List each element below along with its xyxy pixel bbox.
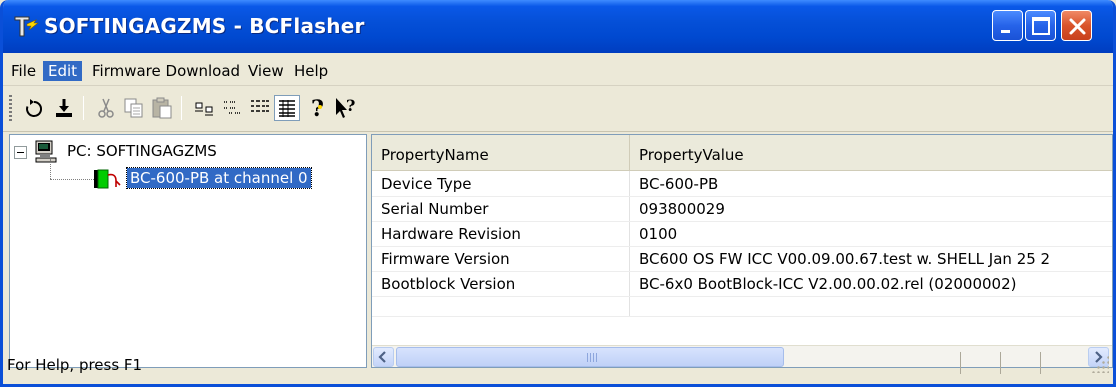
- toolbar-separator: [83, 96, 84, 120]
- minimize-button[interactable]: [992, 10, 1023, 41]
- menu-firmware-download[interactable]: Firmware Download: [87, 61, 245, 81]
- svg-text:?: ?: [311, 96, 324, 121]
- table-row[interactable]: Firmware Version BC600 OS FW ICC V00.09.…: [372, 247, 1112, 271]
- toolbar-separator: [181, 96, 182, 120]
- tree-device-node[interactable]: BC-600-PB at channel 0: [126, 167, 312, 189]
- column-header-property-value[interactable]: PropertyValue: [630, 135, 1112, 171]
- status-bar: For Help, press F1: [3, 352, 1113, 384]
- tree-connector: [50, 159, 51, 179]
- status-text: For Help, press F1: [7, 356, 143, 374]
- menu-help[interactable]: Help: [289, 61, 333, 81]
- table-row[interactable]: Serial Number 093800029: [372, 197, 1112, 221]
- minimize-icon: [1001, 30, 1010, 33]
- property-name: Bootblock Version: [381, 275, 516, 293]
- device-tree[interactable]: PC: SOFTINGAGZMS BC-600-PB at channel 0: [9, 134, 367, 368]
- chevron-left-icon: [378, 351, 386, 363]
- table-row[interactable]: Hardware Revision 0100: [372, 222, 1112, 246]
- property-value: BC-6x0 BootBlock-ICC V2.00.00.02.rel (02…: [639, 275, 1017, 293]
- svg-text:?: ?: [346, 96, 355, 115]
- details-view-button[interactable]: [274, 95, 300, 121]
- property-value: BC-600-PB: [639, 175, 719, 193]
- table-row[interactable]: Device Type BC-600-PB: [372, 172, 1112, 196]
- copy-icon[interactable]: [121, 95, 147, 121]
- list-view-icon[interactable]: [247, 95, 273, 121]
- table-row[interactable]: Bootblock Version BC-6x0 BootBlock-ICC V…: [372, 272, 1112, 296]
- menu-view[interactable]: View: [243, 61, 289, 81]
- app-window: SOFTINGAGZMS - BCFlasher File Edit Firmw…: [0, 0, 1116, 387]
- property-value: 0100: [639, 225, 678, 243]
- large-icons-icon[interactable]: [191, 95, 217, 121]
- scroll-left-button[interactable]: [373, 347, 394, 367]
- property-list[interactable]: PropertyName PropertyValue Device Type B…: [371, 134, 1113, 368]
- thumb-grip: [587, 353, 597, 362]
- context-help-icon[interactable]: ?: [333, 95, 359, 121]
- status-panel: [960, 352, 1000, 374]
- menu-edit[interactable]: Edit: [43, 61, 83, 81]
- status-panel: [1040, 352, 1080, 374]
- download-icon[interactable]: [51, 95, 77, 121]
- small-icons-icon[interactable]: [219, 95, 245, 121]
- toolbar-grip[interactable]: [9, 95, 12, 121]
- help-icon[interactable]: ?: [305, 95, 331, 121]
- property-value: 093800029: [639, 200, 725, 218]
- refresh-icon[interactable]: [21, 95, 47, 121]
- toolbar: ? ?: [3, 86, 1113, 132]
- scroll-thumb[interactable]: [396, 347, 784, 367]
- status-panel: [1000, 352, 1040, 374]
- list-header: PropertyName PropertyValue: [372, 135, 1112, 171]
- property-name: Serial Number: [381, 200, 489, 218]
- column-header-property-name[interactable]: PropertyName: [372, 135, 630, 171]
- window-title: SOFTINGAGZMS - BCFlasher: [44, 14, 365, 38]
- close-icon: [1069, 18, 1086, 35]
- maximize-button[interactable]: [1025, 10, 1056, 41]
- tree-collapse-toggle[interactable]: [14, 146, 27, 159]
- app-icon[interactable]: [12, 12, 40, 40]
- paste-icon[interactable]: [149, 95, 175, 121]
- property-name: Device Type: [381, 175, 472, 193]
- tree-root-label[interactable]: PC: SOFTINGAGZMS: [67, 142, 217, 160]
- row-divider: [372, 316, 1112, 317]
- property-value: BC600 OS FW ICC V00.09.00.67.test w. SHE…: [639, 250, 1051, 268]
- cut-icon[interactable]: [93, 95, 119, 121]
- details-view-icon: [279, 100, 295, 117]
- device-icon: [94, 169, 121, 189]
- row-divider: [372, 296, 1112, 297]
- tree-connector: [50, 179, 94, 180]
- menu-file[interactable]: File: [6, 61, 41, 81]
- title-bar[interactable]: SOFTINGAGZMS - BCFlasher: [3, 0, 1113, 53]
- close-button[interactable]: [1061, 10, 1092, 41]
- property-name: Hardware Revision: [381, 225, 521, 243]
- maximize-icon: [1032, 17, 1050, 35]
- menu-bar: File Edit Firmware Download View Help: [3, 53, 1113, 86]
- computer-icon: [35, 140, 57, 163]
- property-name: Firmware Version: [381, 250, 510, 268]
